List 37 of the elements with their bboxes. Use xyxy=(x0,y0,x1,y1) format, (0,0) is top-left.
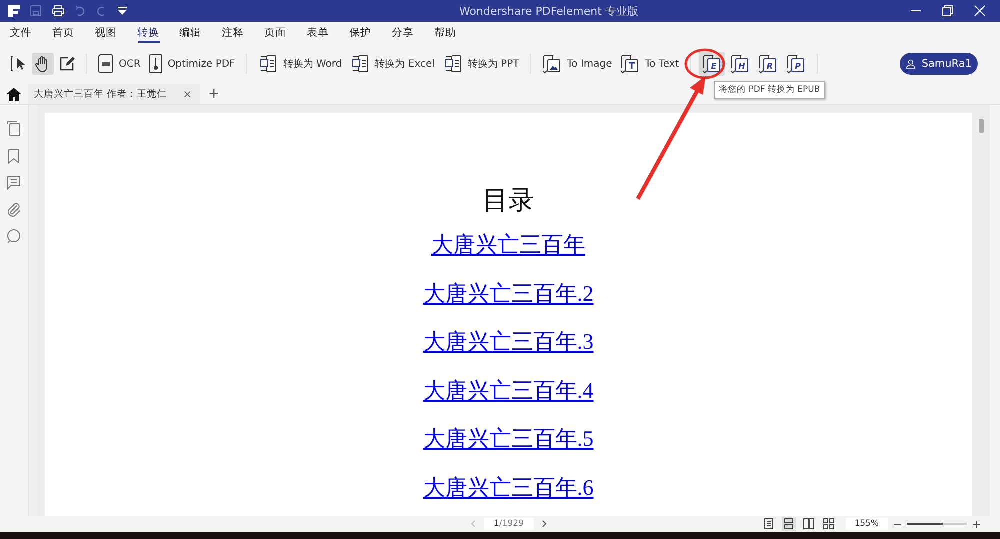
image-button[interactable]: To Image xyxy=(539,52,616,76)
toc-link[interactable]: 大唐兴亡三百年.5 xyxy=(423,426,594,452)
tab-close-button[interactable]: × xyxy=(183,88,192,100)
menu-tab[interactable]: 首页 xyxy=(52,23,95,43)
toc-link[interactable]: 大唐兴亡三百年.3 xyxy=(423,329,594,355)
window-title: Wondershare PDFelement 专业版 xyxy=(458,4,640,18)
menu-tab[interactable]: 视图 xyxy=(95,23,138,43)
convert-format-button[interactable]: H xyxy=(727,52,754,76)
menu-tab[interactable]: 编辑 xyxy=(180,23,222,43)
ocr-button[interactable]: OCR xyxy=(95,52,144,76)
toc-link[interactable]: 大唐兴亡三百年 xyxy=(432,232,586,258)
menu-tab[interactable]: 注释 xyxy=(222,23,264,43)
convert-format-button[interactable]: R xyxy=(755,52,782,76)
menu-tab[interactable]: 帮助 xyxy=(434,23,477,43)
zoom-field[interactable]: 155% xyxy=(846,518,888,530)
ppt-button[interactable]: 转换为 PPT xyxy=(440,52,522,76)
toc-heading: 目录 xyxy=(482,185,534,217)
menu-tab[interactable]: 页面 xyxy=(264,23,307,43)
menu-tab[interactable]: 文件 xyxy=(10,23,52,43)
document-tab-title: 大唐兴亡三百年 作者：王觉仁 xyxy=(34,88,168,100)
document-tab[interactable]: 大唐兴亡三百年 作者：王觉仁 × xyxy=(28,84,200,104)
menu-tab[interactable]: 保护 xyxy=(350,23,392,43)
menu-tab[interactable]: 转换 xyxy=(138,23,160,43)
toc-link[interactable]: 大唐兴亡三百年.4 xyxy=(423,378,594,404)
page-number-field[interactable]: 1/1929 xyxy=(484,518,534,530)
excel-button[interactable]: 转换为 Excel xyxy=(347,52,438,76)
menu-tab[interactable]: 表单 xyxy=(307,23,350,43)
toc-link[interactable]: 大唐兴亡三百年.6 xyxy=(423,474,594,500)
word-button[interactable]: 转换为 Word xyxy=(255,52,346,76)
new-tab-button[interactable]: + xyxy=(208,86,220,102)
user-account-button[interactable]: SamuRa1 xyxy=(900,53,978,75)
convert-format-button[interactable]: P xyxy=(783,52,810,76)
toc-link[interactable]: 大唐兴亡三百年.2 xyxy=(423,280,594,306)
optimize-button[interactable]: Optimize PDF xyxy=(146,52,238,76)
text-button[interactable]: To Text xyxy=(617,52,682,76)
menu-tab[interactable]: 分享 xyxy=(392,23,434,43)
tooltip: 将您的 PDF 转换为 EPUB xyxy=(714,81,826,99)
